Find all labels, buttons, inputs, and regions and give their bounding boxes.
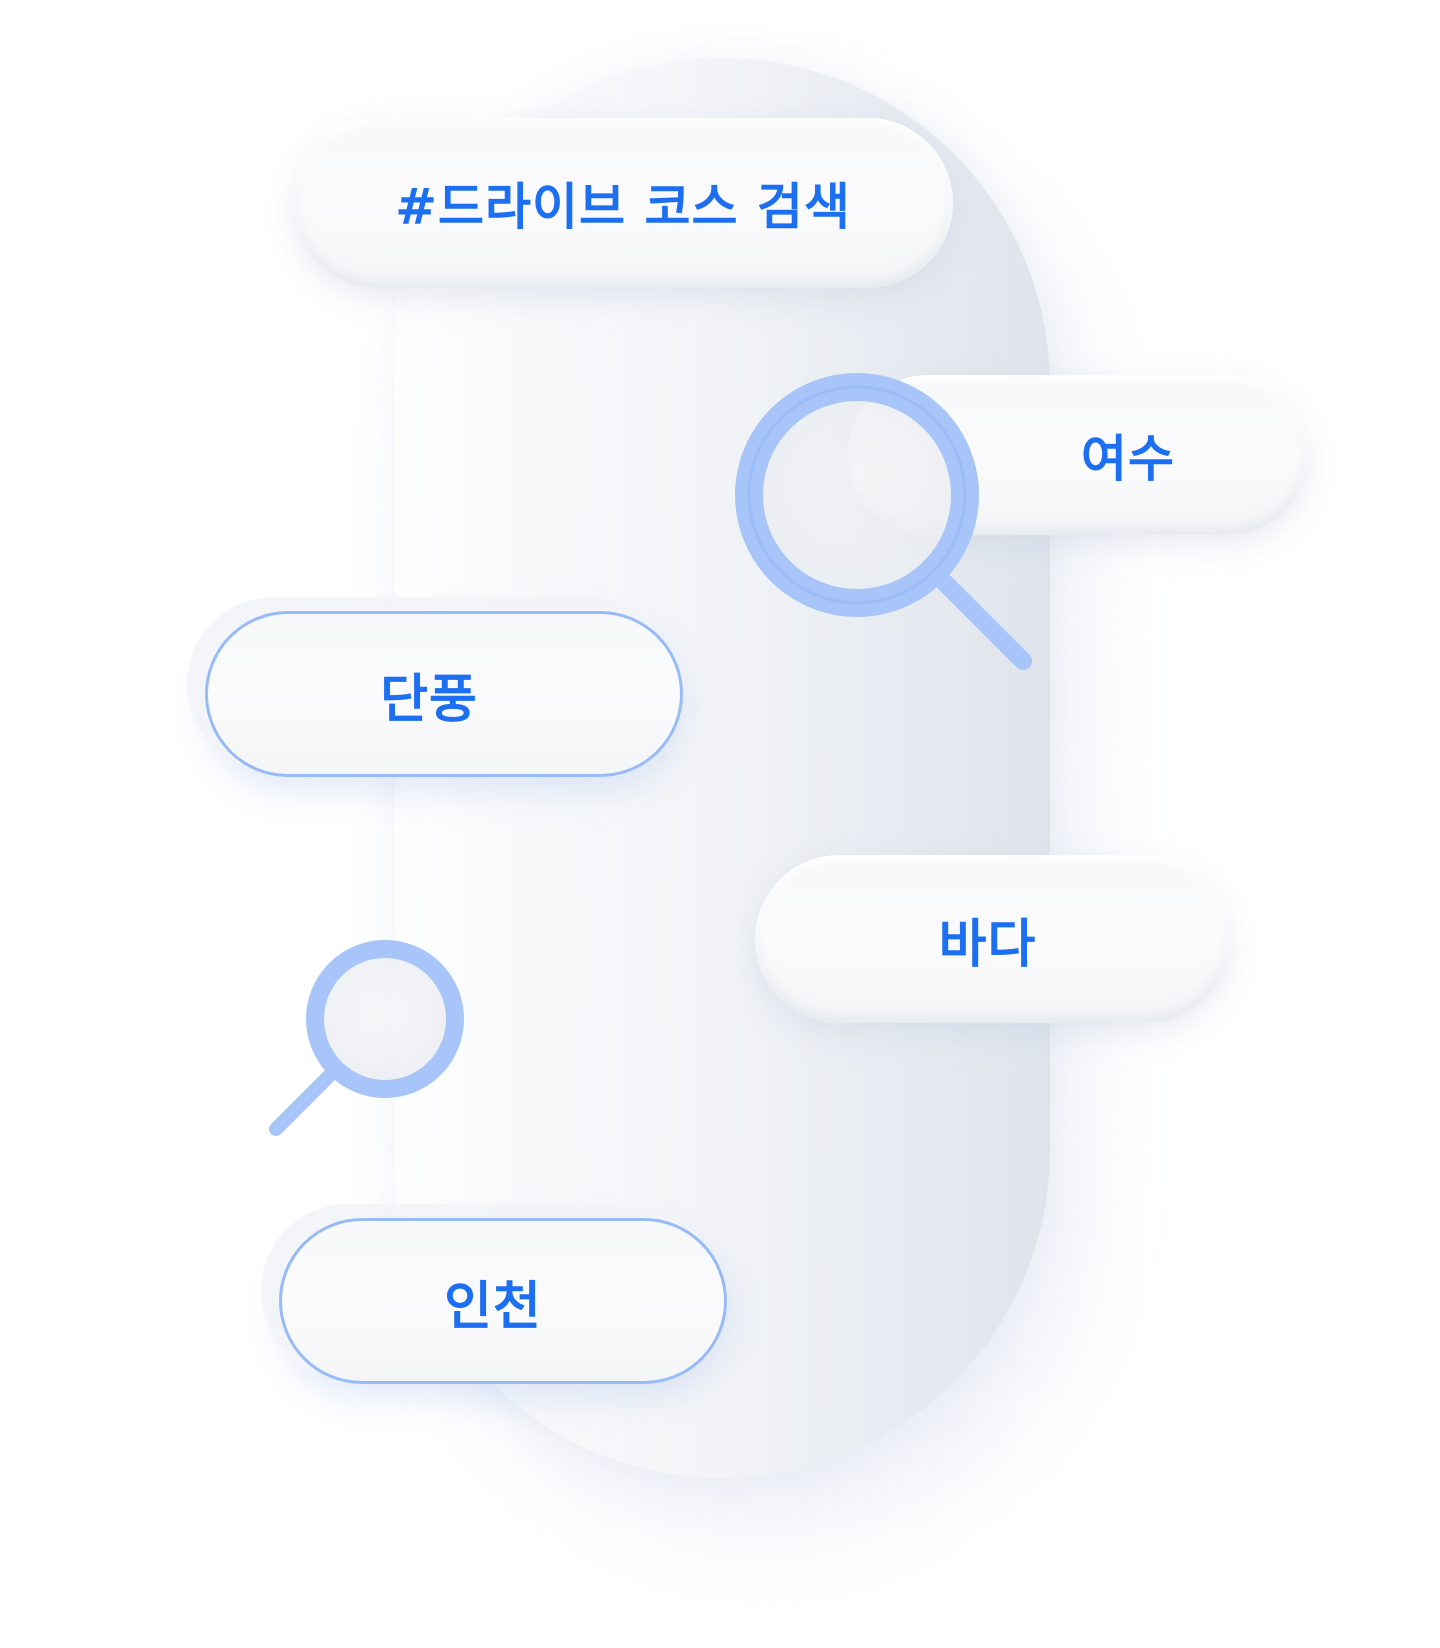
title-tag-text: #드라이브 코스 검색 <box>395 178 851 236</box>
keyword-pill-danpung[interactable]: 단풍 <box>205 611 683 777</box>
keyword-pill-bada[interactable]: 바다 <box>755 855 1230 1023</box>
title-tag-pill: #드라이브 코스 검색 <box>293 118 953 288</box>
keyword-text-bada: 바다 <box>938 914 1037 975</box>
magnifier-icon <box>269 940 464 1136</box>
keyword-pill-incheon[interactable]: 인천 <box>279 1218 727 1384</box>
keyword-text-incheon: 인천 <box>444 1276 542 1337</box>
keyword-text-danpung: 단풍 <box>380 669 478 730</box>
keyword-text-yeosu: 여수 <box>1081 430 1175 488</box>
magnifier-icon <box>735 373 1032 670</box>
illustration: #드라이브 코스 검색 여수 단풍 바다 인천 <box>0 0 1440 1648</box>
